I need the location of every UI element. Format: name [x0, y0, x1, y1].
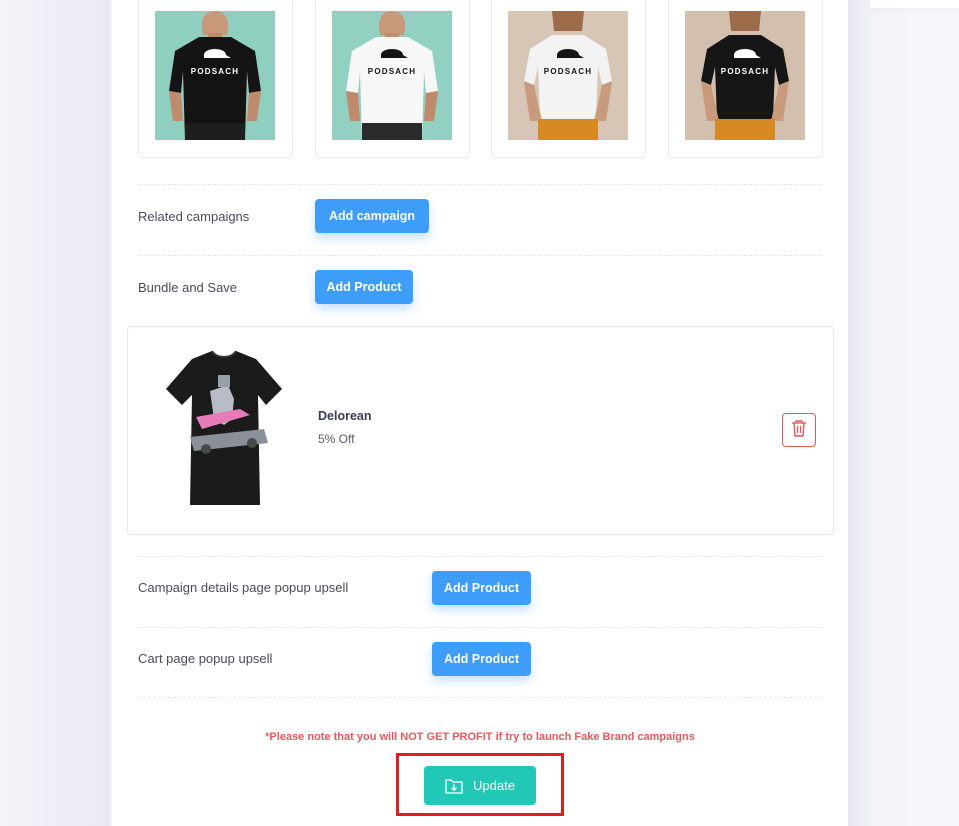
folder-download-icon: [445, 778, 463, 794]
add-campaign-button[interactable]: Add campaign: [315, 199, 429, 233]
add-cart-upsell-product-button[interactable]: Add Product: [432, 642, 531, 676]
divider: [138, 184, 822, 185]
divider: [138, 697, 822, 698]
divider: [138, 627, 822, 628]
bundle-product-item: Delorean 5% Off: [127, 326, 834, 535]
left-background: [0, 0, 110, 826]
right-background: [848, 0, 959, 826]
mockup-card[interactable]: PODSACH: [668, 0, 823, 158]
mockup-card[interactable]: PODSACH: [491, 0, 646, 158]
related-campaigns-label: Related campaigns: [138, 209, 250, 224]
add-bundle-product-button[interactable]: Add Product: [315, 270, 413, 304]
mockup-brand-text: PODSACH: [191, 67, 239, 76]
bundle-and-save-label: Bundle and Save: [138, 280, 238, 295]
cart-popup-upsell-label: Cart page popup upsell: [138, 651, 273, 666]
delete-bundle-product-button[interactable]: [782, 413, 816, 447]
trash-icon: [791, 419, 807, 442]
update-button-label: Update: [473, 778, 515, 793]
mockup-image: PODSACH: [508, 11, 628, 140]
bundle-product-discount: 5% Off: [318, 432, 355, 446]
campaign-settings-card: PODSACH PODSACH PODSACH PODSACH Related …: [112, 0, 848, 826]
mockup-image: PODSACH: [155, 11, 275, 140]
mockup-image: PODSACH: [685, 11, 805, 140]
add-campaign-upsell-product-button[interactable]: Add Product: [432, 571, 531, 605]
mockup-image: PODSACH: [332, 11, 452, 140]
divider: [138, 255, 822, 256]
top-right-strip: [870, 0, 959, 8]
mockup-brand-text: PODSACH: [721, 67, 769, 76]
mockup-card[interactable]: PODSACH: [138, 0, 293, 158]
product-thumbnail: [154, 345, 294, 517]
mockup-gallery: PODSACH PODSACH PODSACH PODSACH: [138, 0, 823, 158]
update-button[interactable]: Update: [424, 766, 536, 805]
divider: [138, 556, 822, 557]
mockup-brand-text: PODSACH: [544, 67, 592, 76]
campaign-popup-upsell-label: Campaign details page popup upsell: [138, 580, 349, 595]
bundle-product-name: Delorean: [318, 409, 372, 423]
mockup-brand-text: PODSACH: [368, 67, 416, 76]
mockup-card[interactable]: PODSACH: [315, 0, 470, 158]
fake-brand-warning: *Please note that you will NOT GET PROFI…: [265, 731, 695, 743]
